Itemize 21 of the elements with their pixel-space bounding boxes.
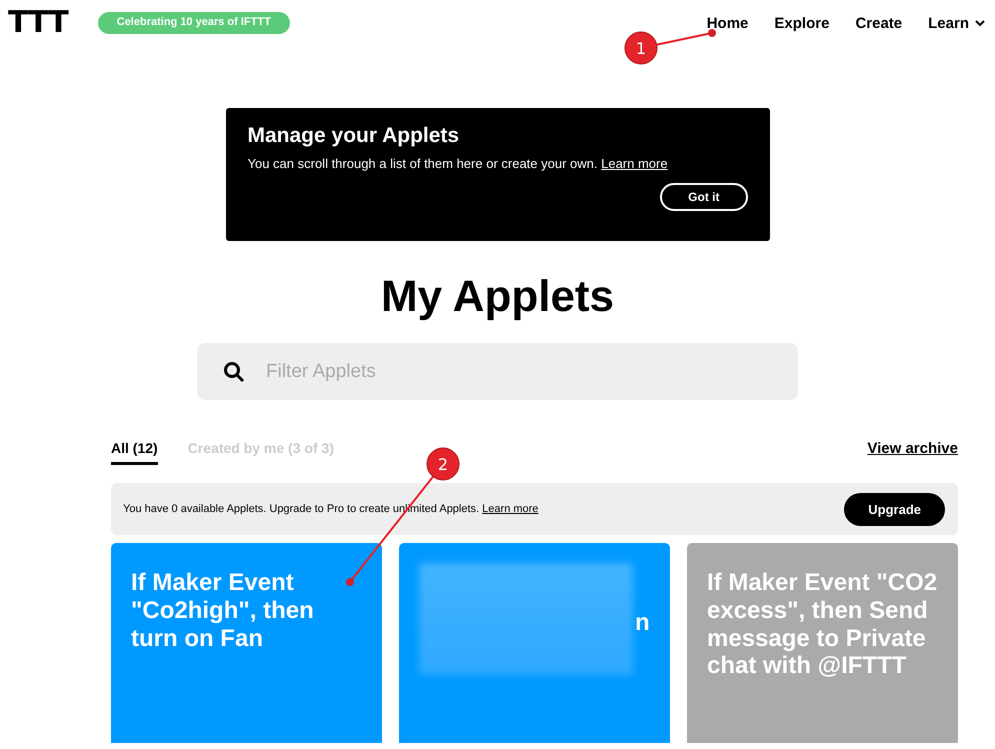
search-field[interactable]: Filter Applets xyxy=(197,343,798,400)
upgrade-button[interactable]: Upgrade xyxy=(844,492,945,526)
learn-more-link[interactable]: Learn more xyxy=(601,156,668,171)
logo[interactable]: TTT xyxy=(8,8,68,38)
learn-more-link[interactable]: Learn more xyxy=(482,503,538,516)
banner-title: Manage your Applets xyxy=(248,124,460,148)
page-title: My Applets xyxy=(380,273,616,322)
banner-text: You can scroll through a list of them here or create your own. Learn more xyxy=(248,156,669,171)
nav-link[interactable]: Explore xyxy=(774,14,830,32)
view-archive-link[interactable]: View archive xyxy=(867,440,958,466)
nav-link[interactable]: Learn xyxy=(928,14,985,32)
applet-title: n xyxy=(635,608,650,636)
nav-link[interactable]: Home xyxy=(706,14,748,32)
chevron-down-icon xyxy=(975,19,985,27)
search-icon xyxy=(223,361,245,384)
applet-title: If Maker Event "CO2 excess", then Send message to Private chat with @IFTTT xyxy=(707,569,938,680)
anniversary-badge: Celebrating 10 years of IFTTT xyxy=(98,12,290,34)
filter-tab[interactable]: All (12) xyxy=(111,440,158,466)
nav-link[interactable]: Create xyxy=(855,14,902,32)
got-it-button[interactable]: Got it xyxy=(660,183,748,211)
applet-title: If Maker Event "Co2high", then turn on Fan xyxy=(131,569,315,652)
